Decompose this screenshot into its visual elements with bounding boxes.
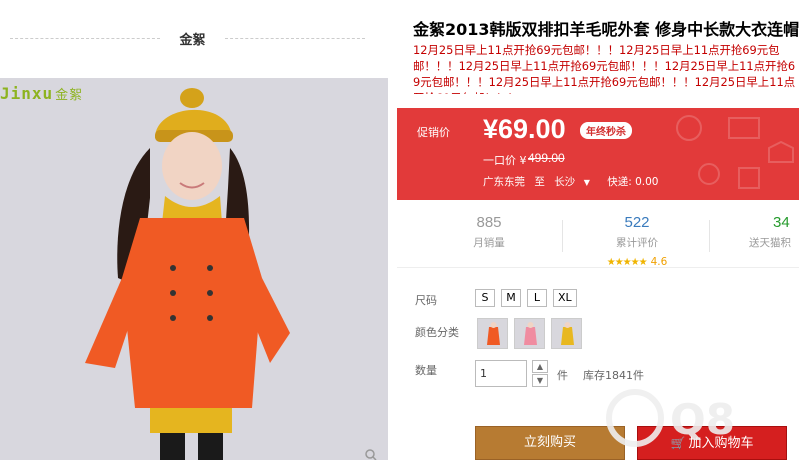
size-options: S M L XL <box>475 289 577 307</box>
shipping-info: 广东东莞 至 长沙 ▼ 快递: 0.00 <box>483 174 665 189</box>
model-illustration <box>0 78 388 460</box>
divider <box>10 38 160 39</box>
chevron-down-icon: ▼ <box>581 178 590 187</box>
product-info-panel: 金絮2013韩版双排扣羊毛呢外套 修身中长款大衣连帽 12月25日早上11点开抢… <box>397 0 799 460</box>
rating-stars-icon: ★★★★★ <box>606 257 648 268</box>
stat-reviews-label: 累计评价 <box>616 237 658 249</box>
add-to-cart-label: 加入购物车 <box>688 436 754 451</box>
logo-latin: Jinxu <box>0 84 54 103</box>
divider <box>709 220 710 252</box>
stock-count: 库存1841件 <box>583 369 644 382</box>
promo-tag-badge: 年终秒杀 <box>580 122 632 139</box>
quantity-label: 数量 <box>415 364 437 377</box>
logo-cn: 金絮 <box>55 88 84 103</box>
quantity-input[interactable]: 1 <box>475 360 527 387</box>
ship-to-city: 长沙 <box>554 176 576 188</box>
rating-value: 4.6 <box>650 256 668 268</box>
divider <box>562 220 563 252</box>
stat-reviews[interactable]: 522 累计评价 ★★★★★ 4.6 <box>592 214 682 269</box>
color-swatch-pink[interactable] <box>514 318 545 349</box>
size-option-xl[interactable]: XL <box>553 289 577 307</box>
product-title: 金絮2013韩版双排扣羊毛呢外套 修身中长款大衣连帽 <box>413 20 799 39</box>
stat-points-num: 34 <box>773 214 790 231</box>
ship-to-city-select[interactable]: 长沙 ▼ <box>554 174 598 189</box>
ship-fee: 快递: 0.00 <box>607 176 659 188</box>
stat-sales-label: 月销量 <box>473 237 505 249</box>
stat-points-label: 送天猫积 <box>749 237 791 249</box>
promo-box: 促销价 ¥69.00 年终秒杀 一口价 ¥ 499.00 广东东莞 至 长沙 ▼… <box>397 108 799 200</box>
color-swatch-yellow[interactable] <box>551 318 582 349</box>
original-price: 499.00 <box>528 151 565 165</box>
color-options <box>477 318 582 349</box>
cart-icon: 🛒 <box>670 436 686 450</box>
decoration-pattern-icon <box>676 115 794 189</box>
ship-to-label: 至 <box>534 176 545 188</box>
stat-reviews-num: 522 <box>624 214 650 231</box>
quantity-decrease-button[interactable]: ▼ <box>532 374 548 387</box>
quantity-unit: 件 <box>557 369 568 382</box>
promo-price-label: 促销价 <box>417 126 450 139</box>
brand-header: 金絮 <box>10 25 365 53</box>
brand-logo: Jinxu 金絮 <box>0 84 83 103</box>
size-option-m[interactable]: M <box>501 289 521 307</box>
size-option-l[interactable]: L <box>527 289 547 307</box>
color-label: 颜色分类 <box>415 326 459 339</box>
brand-name[interactable]: 金絮 <box>160 29 225 48</box>
product-main-image[interactable] <box>0 78 388 460</box>
promo-price: ¥69.00 <box>483 114 566 144</box>
stat-points: 34 送天猫积 <box>749 214 799 250</box>
divider <box>225 38 365 39</box>
stat-monthly-sales: 885 月销量 <box>467 214 511 250</box>
gallery-panel: 金絮 Jinxu 金絮 <box>0 0 395 460</box>
size-option-s[interactable]: S <box>475 289 495 307</box>
stat-sales-num: 885 <box>476 214 502 231</box>
buy-now-button[interactable]: 立刻购买 <box>475 426 625 460</box>
magnifier-icon[interactable] <box>364 448 384 460</box>
stats-bar: 885 月销量 522 累计评价 ★★★★★ 4.6 34 送天猫积 <box>397 206 799 268</box>
original-price-label: 一口价 ¥ <box>483 154 527 167</box>
size-label: 尺码 <box>415 294 437 307</box>
quantity-increase-button[interactable]: ▲ <box>532 360 548 373</box>
product-subtitle: 12月25日早上11点开抢69元包邮！！！12月25日早上11点开抢69元包邮！… <box>413 43 796 94</box>
add-to-cart-button[interactable]: 🛒 加入购物车 <box>637 426 787 460</box>
ship-from: 广东东莞 <box>483 176 525 188</box>
color-swatch-orange[interactable] <box>477 318 508 349</box>
